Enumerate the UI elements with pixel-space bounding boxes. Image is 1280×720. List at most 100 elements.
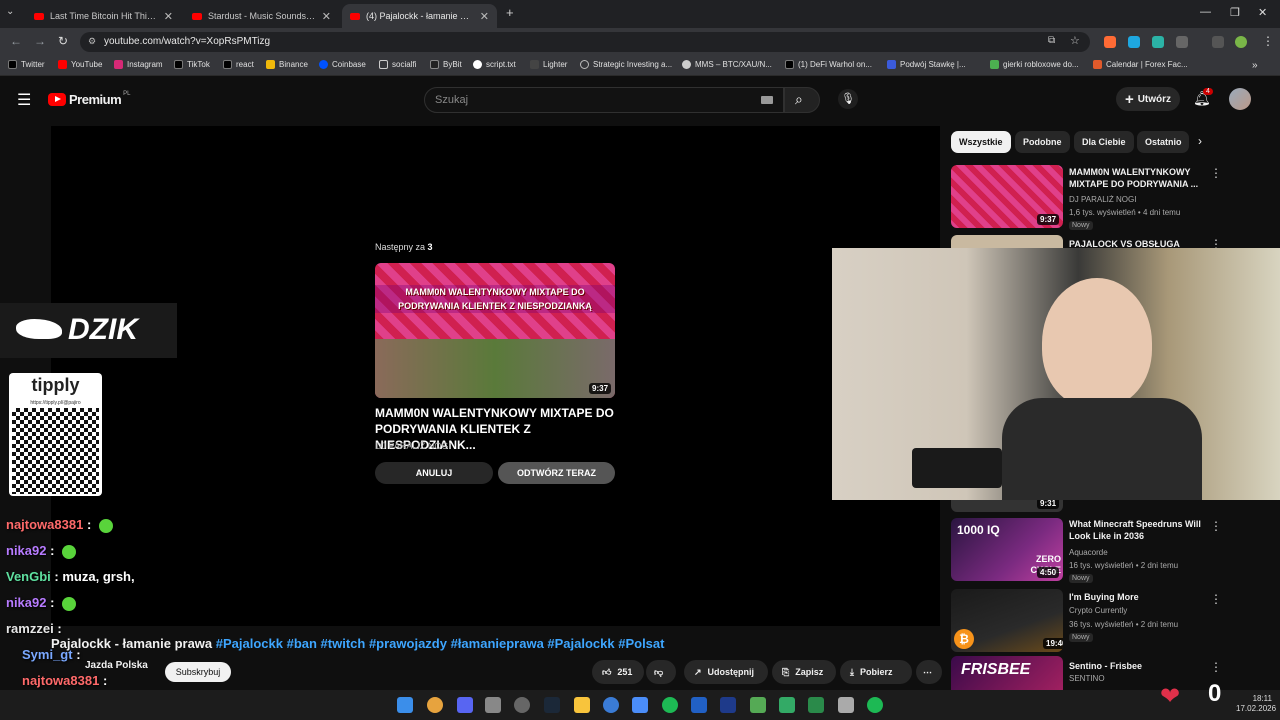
minimize-icon[interactable]: —: [1200, 6, 1211, 18]
forward-icon[interactable]: →: [34, 34, 46, 48]
chevron-right-icon[interactable]: ›: [1198, 134, 1202, 148]
youtube-logo[interactable]: Premium PL: [48, 91, 130, 107]
search-button[interactable]: ⌕: [784, 87, 820, 113]
extension-icon[interactable]: [1104, 36, 1116, 48]
discord-icon[interactable]: [457, 697, 473, 713]
close-icon[interactable]: ✕: [164, 10, 173, 23]
bookmark-strategic[interactable]: Strategic Investing a...: [580, 60, 672, 69]
recommendation-channel[interactable]: DJ PARALIŻ NOGI: [1069, 195, 1136, 204]
more-bookmarks-icon[interactable]: »: [1252, 60, 1258, 71]
recommendation-title[interactable]: What Minecraft Speedruns Will Look Like …: [1069, 518, 1204, 542]
address-bar[interactable]: ⚙ youtube.com/watch?v=XopRsPMTizg ⧉ ☆: [80, 32, 1090, 52]
more-actions-button[interactable]: ⋯: [916, 660, 942, 684]
app-icon[interactable]: [750, 697, 766, 713]
tab-3-active[interactable]: (4) Pajalockk - łamanie prawa # ✕: [342, 4, 497, 28]
recommendation-thumbnail[interactable]: ₿ 19:46: [951, 589, 1063, 652]
chip-related[interactable]: Podobne: [1015, 131, 1070, 153]
more-options-icon[interactable]: ⋮: [1210, 519, 1222, 533]
bookmark-twitter[interactable]: Twitter: [8, 60, 45, 69]
window-close-icon[interactable]: ✕: [1258, 6, 1267, 19]
chrome-icon[interactable]: [427, 697, 443, 713]
like-button[interactable]: 👍︎ 251: [592, 660, 644, 684]
share-button[interactable]: ↗ Udostępnij: [684, 660, 768, 684]
install-icon[interactable]: ⧉: [1048, 35, 1055, 46]
bookmark-lighter[interactable]: Lighter: [530, 60, 567, 69]
new-tab-icon[interactable]: +: [506, 5, 514, 20]
save-button[interactable]: ⎘ Zapisz: [772, 660, 836, 684]
voice-search-icon[interactable]: 🎙︎: [838, 89, 858, 109]
recommendation-thumbnail[interactable]: FRISBEE: [951, 656, 1063, 690]
spotify-icon[interactable]: [867, 697, 883, 713]
next-up-thumbnail[interactable]: MAMM0N WALENTYNKOWY MIXTAPE DO PODRYWANI…: [375, 263, 615, 398]
recommendation-thumbnail[interactable]: 9:31: [951, 500, 1063, 512]
back-icon[interactable]: ←: [10, 34, 22, 48]
extension-icon[interactable]: [1128, 36, 1140, 48]
extension-icon[interactable]: [1152, 36, 1164, 48]
bookmark-github[interactable]: script.txt: [473, 60, 516, 69]
bookmark-calendar[interactable]: Calendar | Forex Fac...: [1093, 60, 1188, 69]
close-icon[interactable]: ✕: [480, 10, 489, 23]
bookmark-tiktok[interactable]: TikTok: [174, 60, 210, 69]
bookmark-podwoj[interactable]: Podwój Stawkę |...: [887, 60, 966, 69]
more-options-icon[interactable]: ⋮: [1210, 166, 1222, 180]
chip-for-you[interactable]: Dla Ciebie: [1074, 131, 1134, 153]
subscribe-button[interactable]: Subskrybuj: [165, 662, 231, 682]
recommendation-thumbnail[interactable]: 9:37: [951, 165, 1063, 228]
app-icon[interactable]: [632, 697, 648, 713]
app-icon[interactable]: [720, 697, 736, 713]
more-options-icon[interactable]: ⋮: [1210, 660, 1222, 674]
recommendation-title[interactable]: I'm Buying More: [1069, 591, 1204, 603]
recommendation-channel[interactable]: SENTINO: [1069, 674, 1105, 683]
profile-avatar[interactable]: [1235, 36, 1247, 48]
clock[interactable]: 18:11 17.02.2026: [1236, 694, 1276, 714]
spotify-icon[interactable]: [662, 697, 678, 713]
dislike-button[interactable]: 👎︎: [646, 660, 676, 684]
app-icon[interactable]: [838, 697, 854, 713]
download-button[interactable]: ⤓ Pobierz: [840, 660, 912, 684]
tab-search-icon[interactable]: ⌄: [6, 6, 14, 17]
app-icon[interactable]: [485, 697, 501, 713]
bookmark-mms[interactable]: MMS – BTC/XAU/N...: [682, 60, 772, 69]
tab-1[interactable]: Last Time Bitcoin Hit This Critic ✕: [26, 4, 181, 28]
search-input[interactable]: Szukaj: [424, 87, 784, 113]
menu-icon[interactable]: ⋮: [1262, 34, 1274, 48]
bookmark-coinbase[interactable]: Coinbase: [319, 60, 366, 69]
hamburger-menu-icon[interactable]: ☰: [17, 90, 31, 110]
create-button[interactable]: + Utwórz: [1116, 87, 1180, 111]
app-icon[interactable]: [691, 697, 707, 713]
bookmark-gierki[interactable]: gierki robloxowe do...: [990, 60, 1079, 69]
next-up-channel[interactable]: DJ PARALIŻ NOGI: [375, 441, 451, 451]
bookmark-folder-socialfi[interactable]: socialfi: [379, 60, 416, 69]
start-icon[interactable]: [397, 697, 413, 713]
bookmark-bybit[interactable]: ByBit: [430, 60, 462, 69]
recommendation-channel[interactable]: Aquacorde: [1069, 548, 1108, 557]
bookmark-react[interactable]: react: [223, 60, 254, 69]
chip-all[interactable]: Wszystkie: [951, 131, 1011, 153]
keyboard-icon[interactable]: [761, 96, 773, 104]
file-explorer-icon[interactable]: [574, 697, 590, 713]
channel-name[interactable]: Jazda Polska: [85, 660, 148, 671]
video-hashtags[interactable]: #Pajalockk #ban #twitch #prawojazdy #łam…: [216, 636, 665, 651]
recommendation-channel[interactable]: Crypto Currently: [1069, 606, 1127, 615]
reload-icon[interactable]: ↻: [58, 34, 68, 48]
app-icon[interactable]: [514, 697, 530, 713]
app-icon[interactable]: [603, 697, 619, 713]
play-now-button[interactable]: ODTWÓRZ TERAZ: [498, 462, 615, 484]
app-icon[interactable]: [808, 697, 824, 713]
recommendation-thumbnail[interactable]: [951, 235, 1063, 248]
account-avatar[interactable]: [1229, 88, 1251, 110]
recommendation-title[interactable]: Sentino - Frisbee: [1069, 660, 1204, 672]
maximize-icon[interactable]: ❐: [1230, 6, 1240, 19]
cancel-button[interactable]: ANULUJ: [375, 462, 493, 484]
bookmark-x[interactable]: (1) DeFi Warhol on...: [785, 60, 872, 69]
recommendation-thumbnail[interactable]: 1000 IQ ZERO CYCLE 4:50: [951, 518, 1063, 581]
chip-recent[interactable]: Ostatnio: [1137, 131, 1189, 153]
more-options-icon[interactable]: ⋮: [1210, 592, 1222, 606]
app-icon[interactable]: [779, 697, 795, 713]
site-info-icon[interactable]: ⚙: [88, 36, 96, 47]
recommendation-title[interactable]: MAMM0N WALENTYNKOWY MIXTAPE DO PODRYWANI…: [1069, 166, 1204, 190]
bookmark-binance[interactable]: Binance: [266, 60, 308, 69]
bookmark-youtube[interactable]: YouTube: [58, 60, 102, 69]
bookmark-star-icon[interactable]: ☆: [1070, 34, 1080, 47]
reading-list-icon[interactable]: [1212, 36, 1224, 48]
